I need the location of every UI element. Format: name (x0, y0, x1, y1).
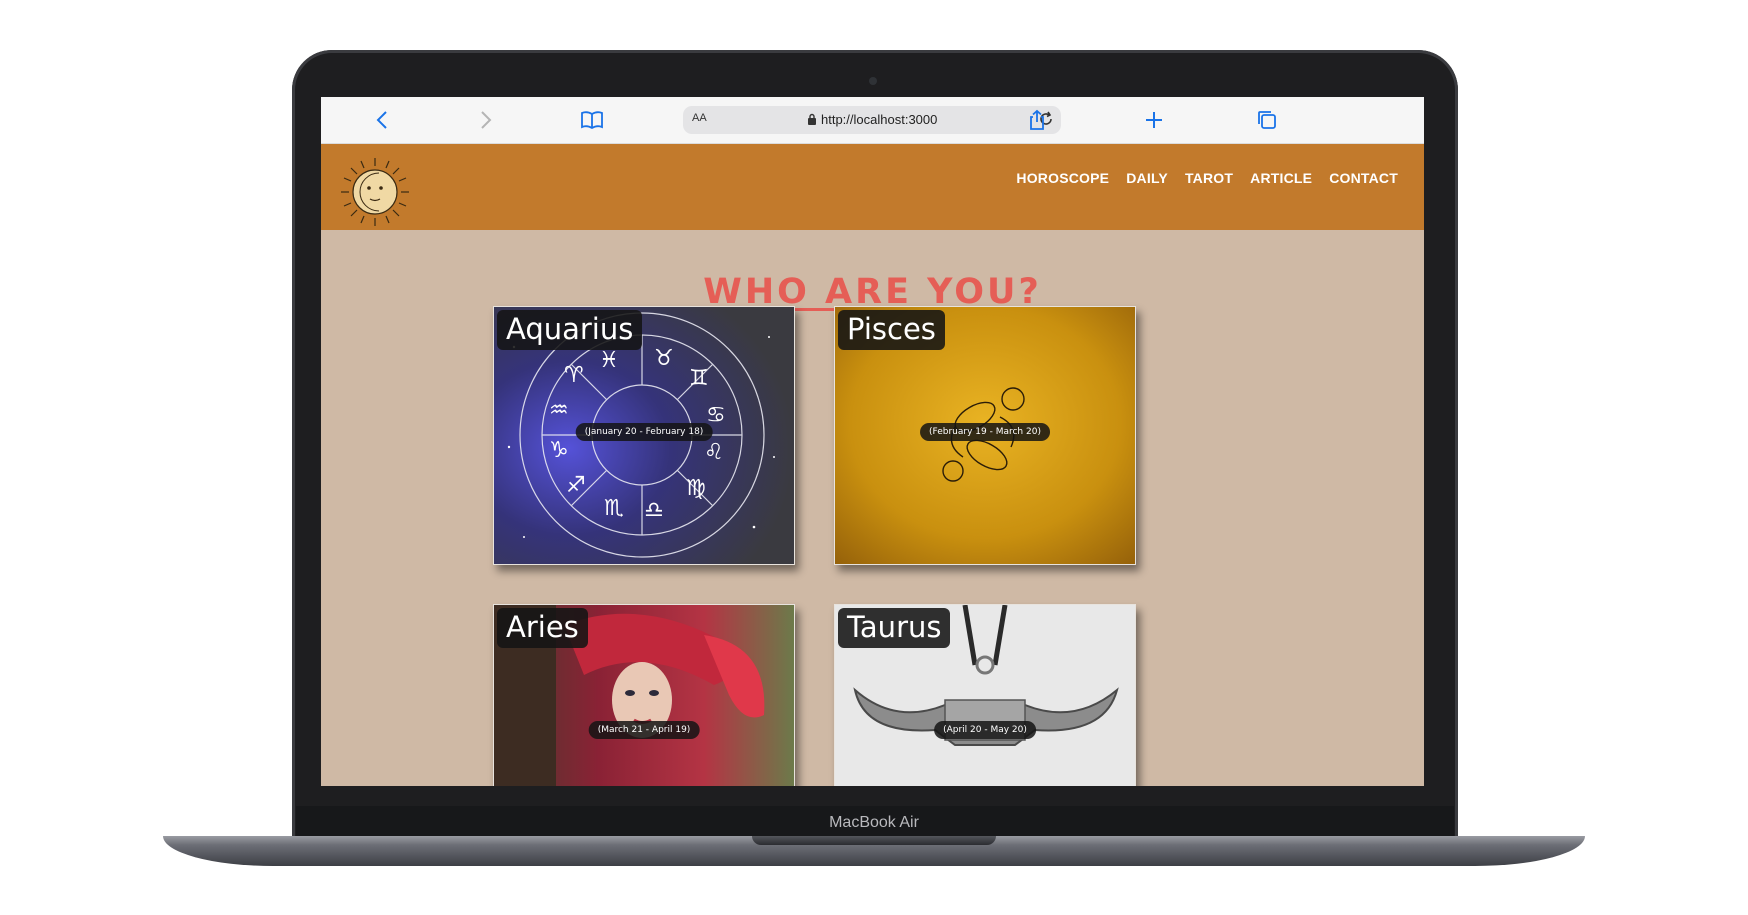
sun-moon-logo-icon[interactable] (339, 156, 411, 228)
sign-name: Aries (497, 608, 588, 648)
browser-toolbar: AA http://localhost:3000 (321, 97, 1424, 144)
sign-name: Taurus (838, 608, 951, 648)
nav-horoscope[interactable]: HOROSCOPE (1016, 170, 1109, 186)
svg-text:♊: ♊ (689, 366, 709, 391)
screen: AA http://localhost:3000 HOROSCOPE DAILY… (321, 97, 1424, 786)
back-icon[interactable] (371, 108, 395, 132)
laptop-notch (752, 836, 996, 845)
nav-daily[interactable]: DAILY (1126, 170, 1168, 186)
main-nav: HOROSCOPE DAILY TAROT ARTICLE CONTACT (1016, 170, 1398, 186)
svg-text:♒: ♒ (549, 398, 569, 423)
reader-aa-button[interactable]: AA (692, 112, 707, 124)
sign-card-aries[interactable]: Aries (March 21 - April 19) (493, 604, 795, 786)
svg-text:♈: ♈ (564, 363, 584, 388)
site-header: HOROSCOPE DAILY TAROT ARTICLE CONTACT (321, 144, 1424, 230)
share-icon[interactable] (1025, 108, 1049, 132)
svg-text:♌: ♌ (704, 440, 724, 465)
svg-text:♑: ♑ (549, 438, 569, 463)
svg-text:♎: ♎ (644, 498, 664, 523)
svg-text:♍: ♍ (686, 476, 706, 501)
svg-text:♓: ♓ (599, 348, 619, 373)
svg-text:♉: ♉ (654, 346, 674, 371)
url-text: http://localhost:3000 (821, 112, 938, 127)
svg-text:♏: ♏ (604, 496, 624, 521)
nav-contact[interactable]: CONTACT (1329, 170, 1398, 186)
device-label: MacBook Air (829, 814, 919, 831)
forward-icon[interactable] (473, 108, 497, 132)
nav-article[interactable]: ARTICLE (1250, 170, 1312, 186)
sign-dates: (March 21 - April 19) (588, 721, 700, 739)
tabs-overview-icon[interactable] (1255, 108, 1279, 132)
new-tab-icon[interactable] (1142, 108, 1166, 132)
sign-name: Pisces (838, 310, 945, 350)
bookmarks-icon[interactable] (580, 108, 604, 132)
address-bar[interactable]: AA http://localhost:3000 (683, 106, 1061, 134)
camera (869, 77, 877, 85)
nav-tarot[interactable]: TAROT (1185, 170, 1233, 186)
sign-card-pisces[interactable]: Pisces (February 19 - March 20) (834, 306, 1136, 565)
lock-icon (807, 113, 817, 131)
sign-dates: (January 20 - February 18) (575, 423, 713, 441)
sign-name: Aquarius (497, 310, 643, 350)
sign-card-taurus[interactable]: Taurus (April 20 - May 20) (834, 604, 1136, 786)
sign-dates: (February 19 - March 20) (920, 423, 1050, 441)
sign-dates: (April 20 - May 20) (934, 721, 1036, 739)
svg-text:♐: ♐ (566, 473, 586, 498)
sign-card-aquarius[interactable]: ♓ ♉ ♊ ♋ ♌ ♍ ♎ ♏ ♐ ♑ ♒ ♈ Aquarius (January 20 - F… (493, 306, 795, 565)
